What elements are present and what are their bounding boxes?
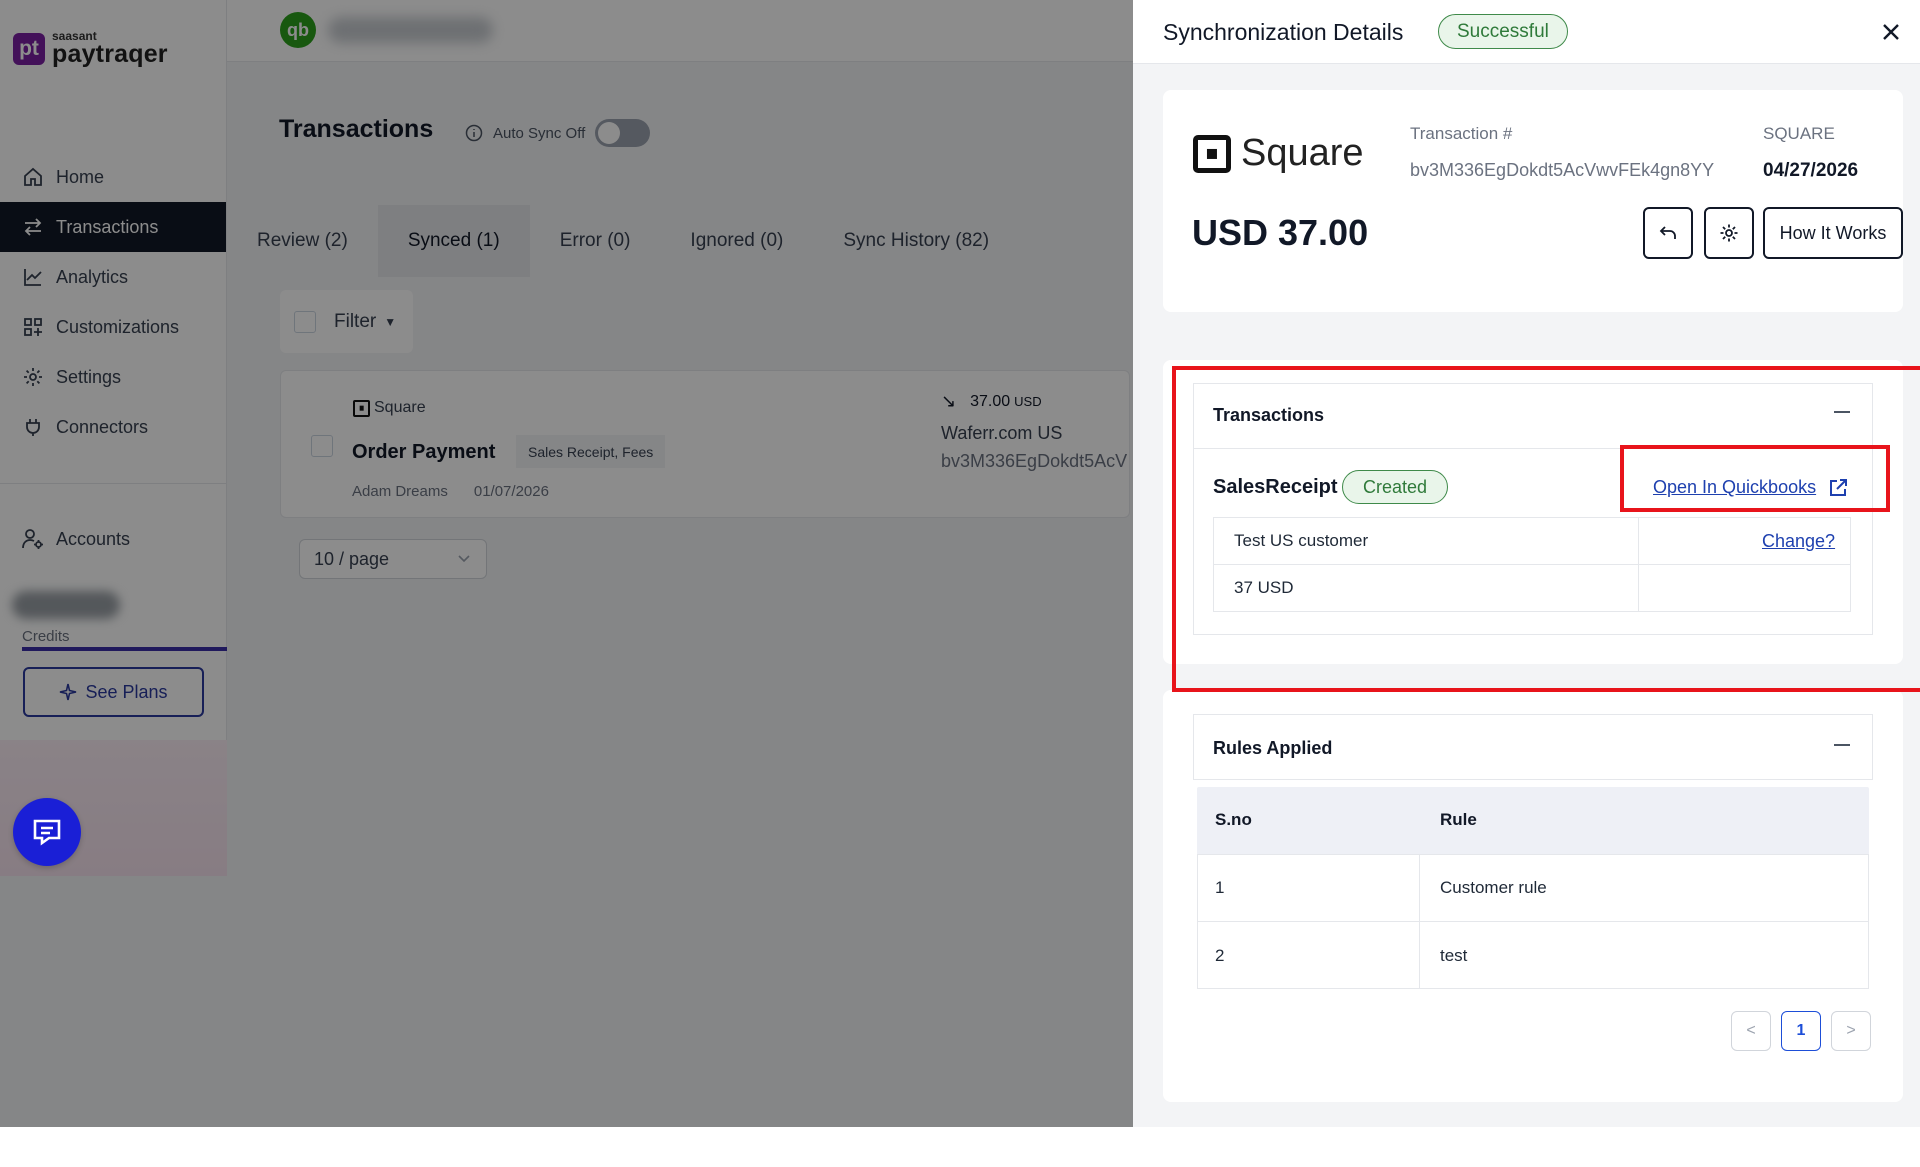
collapse-rules-icon[interactable] (1834, 744, 1850, 746)
transaction-number-label: Transaction # (1410, 124, 1513, 143)
transaction-number: bv3M336EgDokdt5AcVwvFEk4gn8YY (1410, 160, 1715, 180)
close-icon[interactable] (1876, 17, 1906, 47)
pagination-next-button[interactable]: > (1831, 1011, 1871, 1051)
column-divider (1419, 854, 1420, 989)
square-icon (1193, 134, 1231, 173)
row-rule: test (1440, 946, 1468, 965)
app-window: pt saasant paytraqer Home Transactions A… (0, 0, 1920, 1127)
rules-table-header (1197, 787, 1869, 855)
drawer-title: Synchronization Details (1163, 19, 1404, 45)
pagination-prev-button[interactable]: < (1731, 1011, 1771, 1051)
modal-backdrop[interactable] (0, 0, 1133, 1127)
highlight-box-open-quickbooks (1620, 445, 1890, 512)
row-sno: 1 (1215, 878, 1225, 897)
gear-icon (1719, 223, 1739, 243)
transaction-amount: USD 37.00 (1192, 212, 1369, 253)
table-row (1197, 921, 1869, 989)
undo-arrow-icon (1658, 223, 1678, 243)
status-badge: Successful (1438, 14, 1568, 49)
row-sno: 2 (1215, 946, 1225, 965)
column-header-rule: Rule (1440, 810, 1477, 829)
pagination-page-1[interactable]: 1 (1781, 1011, 1821, 1051)
transaction-date: 04/27/2026 (1763, 160, 1859, 181)
highlight-box-transactions (1172, 366, 1920, 692)
column-header-sno: S.no (1215, 810, 1252, 829)
rules-section-heading: Rules Applied (1213, 738, 1333, 758)
undo-button[interactable] (1643, 207, 1693, 259)
source-label: SQUARE (1763, 124, 1835, 143)
transaction-summary-card: Square Transaction # bv3M336EgDokdt5AcVw… (1163, 90, 1903, 312)
square-logo: Square (1193, 132, 1364, 175)
row-rule: Customer rule (1440, 878, 1547, 897)
drawer-header: Synchronization Details Successful (1133, 0, 1920, 64)
square-wordmark: Square (1241, 132, 1364, 174)
chat-icon (32, 818, 62, 846)
how-it-works-button[interactable]: How It Works (1763, 207, 1903, 259)
chat-button[interactable] (13, 798, 81, 866)
settings-button[interactable] (1704, 207, 1754, 259)
